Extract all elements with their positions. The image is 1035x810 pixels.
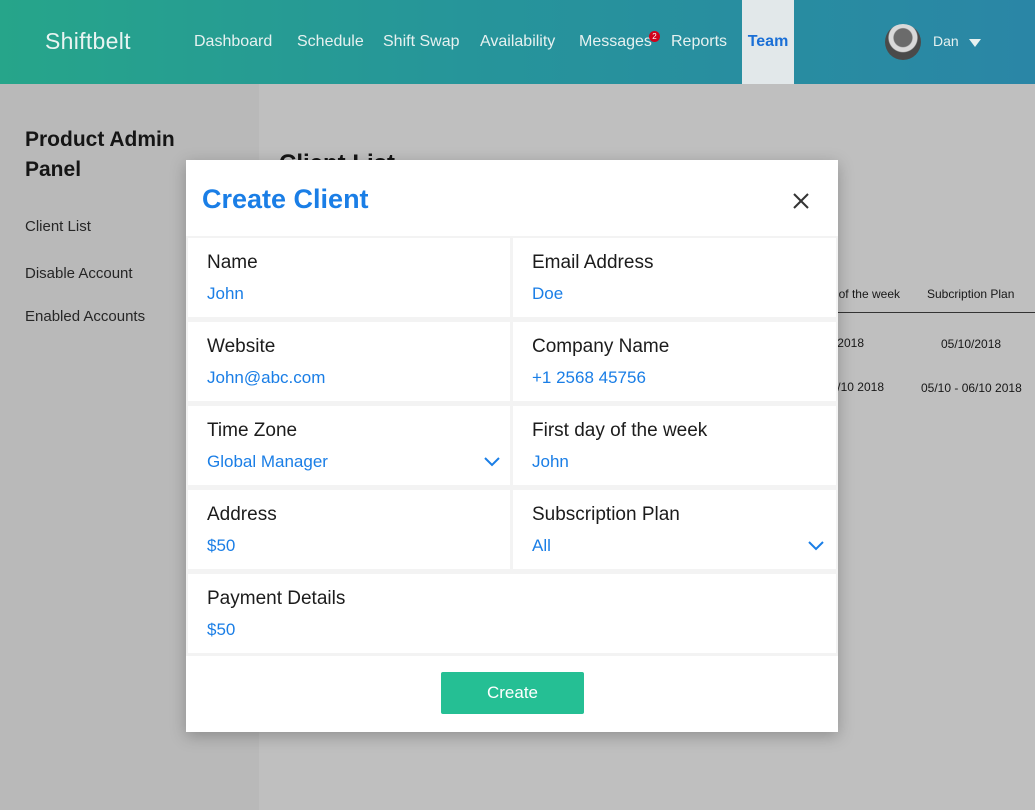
top-nav-bar: Shiftbelt Dashboard Schedule Shift Swap …: [0, 0, 1035, 84]
field-label: Payment Details: [207, 588, 346, 609]
address-input[interactable]: [207, 536, 467, 556]
field-label: First day of the week: [532, 420, 708, 441]
modal-header: Create Client: [186, 160, 838, 236]
nav-item-dashboard[interactable]: Dashboard: [194, 0, 272, 84]
payment-details-input[interactable]: [207, 620, 467, 640]
time-zone-select[interactable]: Time Zone Global Manager: [188, 406, 510, 485]
field-label: Company Name: [532, 336, 670, 357]
messages-badge: 2: [649, 31, 660, 42]
chevron-down-icon[interactable]: [969, 39, 981, 47]
field-label: Subscription Plan: [532, 504, 680, 525]
name-field[interactable]: Name: [188, 238, 510, 317]
payment-details-field[interactable]: Payment Details: [188, 574, 836, 653]
nav-item-availability[interactable]: Availability: [480, 0, 555, 84]
address-field[interactable]: Address: [188, 490, 510, 569]
user-name[interactable]: Dan: [933, 33, 959, 49]
subscription-plan-select[interactable]: Subscription Plan All: [513, 490, 836, 569]
modal-title: Create Client: [202, 184, 369, 214]
create-client-modal: Create Client Name Email Address Website…: [186, 160, 838, 732]
field-label: Time Zone: [207, 420, 298, 441]
nav-item-messages[interactable]: Messages: [579, 0, 652, 84]
create-button[interactable]: Create: [441, 672, 584, 714]
website-input[interactable]: [207, 368, 467, 388]
field-label: Email Address: [532, 252, 654, 273]
nav-item-schedule[interactable]: Schedule: [297, 0, 364, 84]
email-field[interactable]: Email Address: [513, 238, 836, 317]
avatar[interactable]: [885, 24, 921, 60]
modal-footer: Create: [186, 656, 838, 732]
field-label: Address: [207, 504, 277, 525]
email-input[interactable]: [532, 284, 792, 304]
close-icon[interactable]: [790, 190, 812, 212]
app-logo[interactable]: Shiftbelt: [45, 28, 131, 55]
first-day-field[interactable]: First day of the week: [513, 406, 836, 485]
first-day-input[interactable]: [532, 452, 792, 472]
field-label: Website: [207, 336, 276, 357]
website-field[interactable]: Website: [188, 322, 510, 401]
subscription-plan-value[interactable]: All: [532, 536, 792, 556]
chevron-down-icon[interactable]: [807, 538, 825, 552]
name-input[interactable]: [207, 284, 467, 304]
company-name-field[interactable]: Company Name: [513, 322, 836, 401]
nav-item-reports[interactable]: Reports: [671, 0, 727, 84]
chevron-down-icon[interactable]: [483, 454, 501, 468]
company-name-input[interactable]: [532, 368, 792, 388]
nav-item-shift-swap[interactable]: Shift Swap: [383, 0, 459, 84]
field-label: Name: [207, 252, 258, 273]
time-zone-value[interactable]: Global Manager: [207, 452, 467, 472]
nav-item-team[interactable]: Team: [742, 0, 794, 84]
